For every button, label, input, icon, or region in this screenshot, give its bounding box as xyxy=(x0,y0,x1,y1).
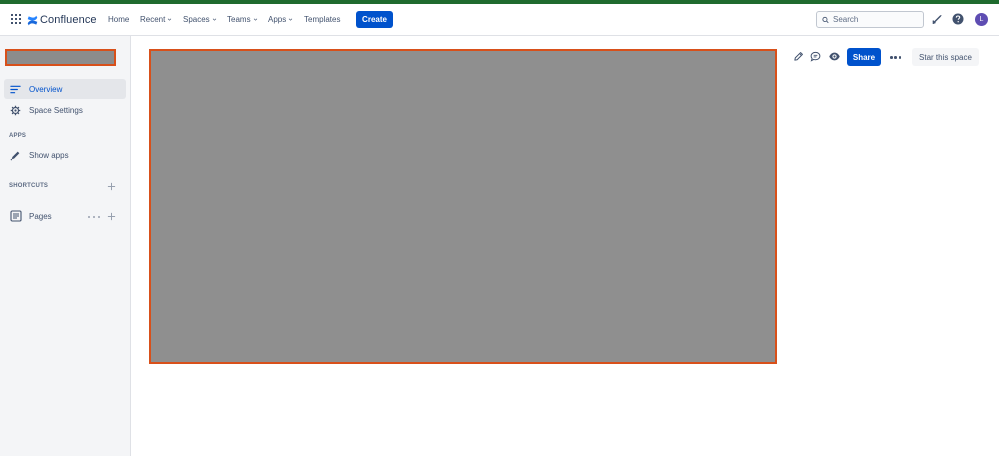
pages-icon xyxy=(10,210,22,222)
sidebar-item-pages[interactable]: Pages xyxy=(4,206,84,226)
shortcuts-heading: SHORTCUTS xyxy=(9,183,49,189)
share-button[interactable]: Share xyxy=(847,48,881,66)
space-name-redacted[interactable] xyxy=(5,49,116,66)
app-switcher-icon[interactable] xyxy=(11,14,21,24)
nav-templates[interactable]: Templates xyxy=(304,14,340,25)
top-navigation-bar: Confluence Home Recent Spaces Teams Apps… xyxy=(0,4,999,36)
search-input[interactable] xyxy=(833,15,923,24)
nav-teams-label: Teams xyxy=(227,15,251,24)
confluence-logo[interactable]: Confluence xyxy=(27,12,97,28)
star-space-button[interactable]: Star this space xyxy=(912,48,979,66)
help-icon[interactable] xyxy=(952,13,964,25)
sidebar-item-label: Overview xyxy=(29,84,63,94)
sidebar: Overview Space Settings APPS Show apps S… xyxy=(0,36,131,456)
notifications-icon[interactable] xyxy=(931,13,943,25)
nav-teams[interactable]: Teams xyxy=(227,14,258,25)
chevron-down-icon xyxy=(168,18,172,21)
nav-apps-label: Apps xyxy=(268,15,287,24)
nav-home[interactable]: Home xyxy=(108,14,129,25)
sidebar-item-label: Show apps xyxy=(29,150,69,160)
nav-spaces[interactable]: Spaces xyxy=(183,14,217,25)
create-button[interactable]: Create xyxy=(356,11,393,28)
pencil-icon xyxy=(10,151,20,160)
avatar[interactable]: L xyxy=(975,13,988,26)
pages-more-icon[interactable] xyxy=(88,212,100,221)
search-icon xyxy=(822,16,829,23)
add-shortcut-icon[interactable] xyxy=(107,182,116,191)
apps-heading: APPS xyxy=(9,133,27,139)
more-actions-icon[interactable] xyxy=(890,56,901,59)
overview-icon xyxy=(10,85,21,93)
sidebar-item-label: Pages xyxy=(29,211,52,221)
sidebar-item-label: Space Settings xyxy=(29,105,83,115)
search-box[interactable] xyxy=(816,11,924,28)
nav-templates-label: Templates xyxy=(304,15,341,24)
chevron-down-icon xyxy=(212,18,216,21)
nav-spaces-label: Spaces xyxy=(183,15,210,24)
sidebar-item-show-apps[interactable]: Show apps xyxy=(4,145,126,165)
nav-recent-label: Recent xyxy=(140,15,166,24)
app-name: Confluence xyxy=(40,14,97,26)
watch-icon[interactable] xyxy=(828,51,841,62)
gear-icon xyxy=(10,105,21,115)
nav-home-label: Home xyxy=(108,15,130,24)
comment-icon[interactable] xyxy=(810,51,821,62)
nav-apps[interactable]: Apps xyxy=(268,14,293,25)
sidebar-item-space-settings[interactable]: Space Settings xyxy=(4,100,126,120)
add-page-icon[interactable] xyxy=(107,212,116,221)
edit-icon[interactable] xyxy=(793,51,804,62)
nav-recent[interactable]: Recent xyxy=(140,14,172,25)
confluence-logo-icon xyxy=(27,15,38,25)
space-overview-content-redacted xyxy=(149,49,777,364)
chevron-down-icon xyxy=(253,18,257,21)
chevron-down-icon xyxy=(289,18,293,21)
sidebar-item-overview[interactable]: Overview xyxy=(4,79,126,99)
